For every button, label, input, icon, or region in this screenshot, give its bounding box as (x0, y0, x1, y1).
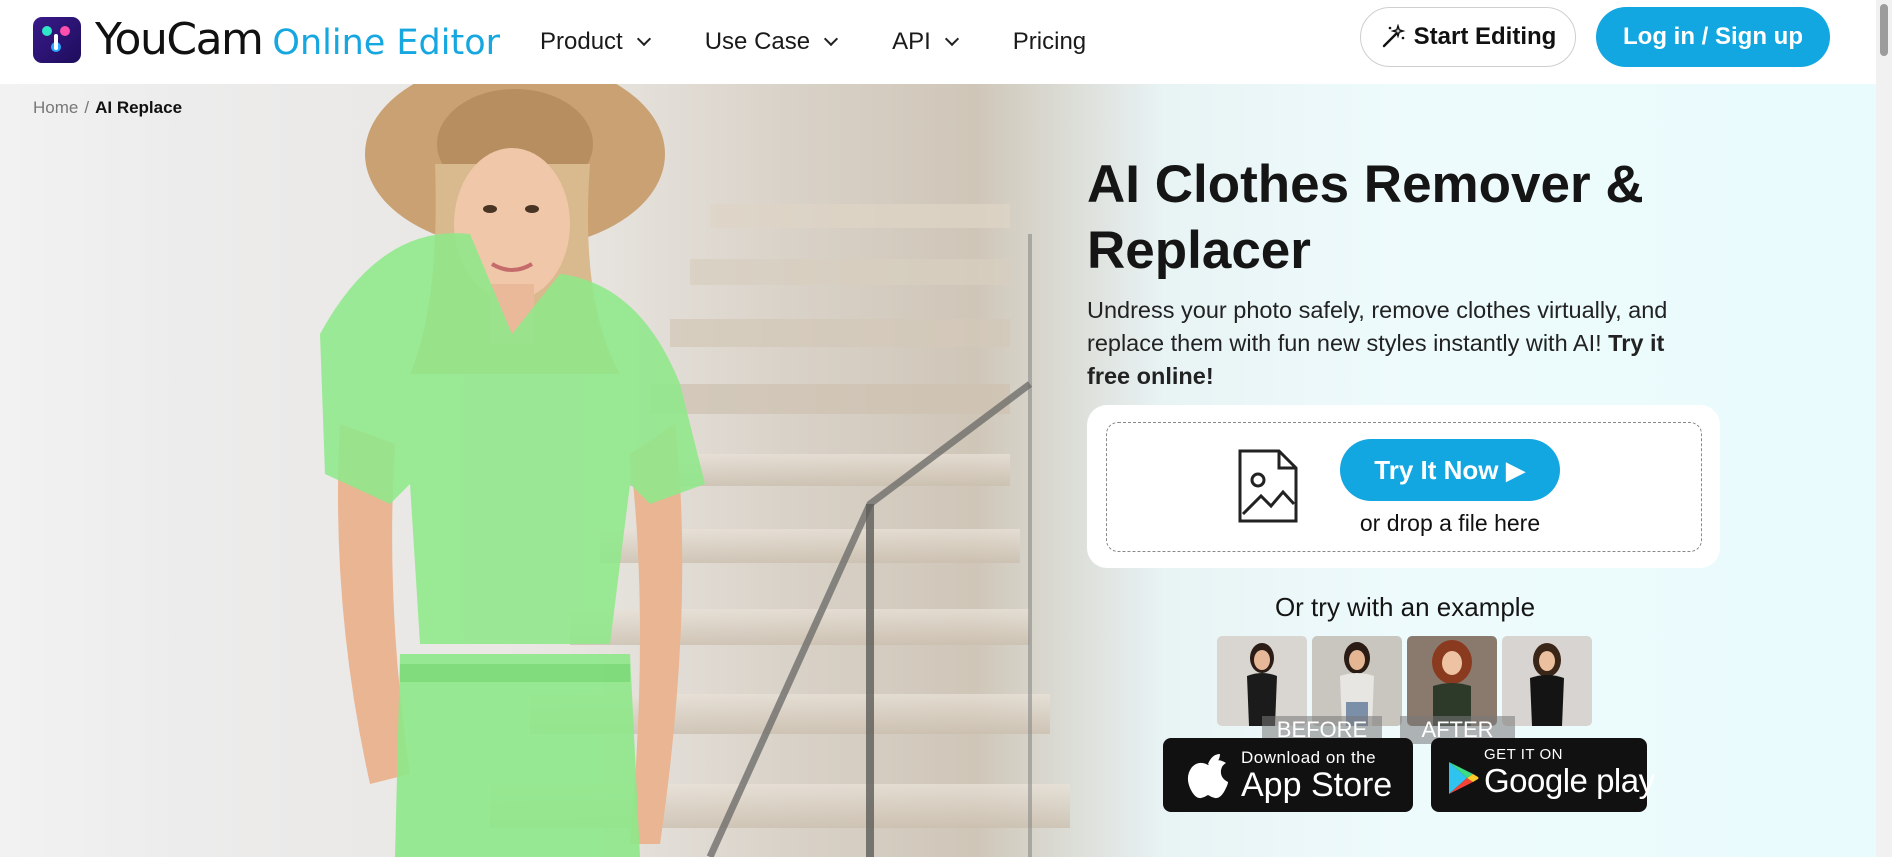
nav-api[interactable]: API (892, 28, 959, 56)
app-store-badge[interactable]: Download on the App Store (1163, 738, 1413, 812)
example-thumbnails (1217, 636, 1597, 726)
google-play-badge[interactable]: GET IT ON Google play (1431, 738, 1655, 812)
youcam-logo-icon (33, 16, 81, 63)
magic-wand-icon (1382, 24, 1406, 48)
chevron-down-icon (636, 31, 651, 47)
apple-icon (1187, 754, 1228, 799)
start-editing-button[interactable]: Start Editing (1360, 7, 1576, 67)
examples-label: Or try with an example (1274, 592, 1536, 622)
chevron-down-icon (824, 31, 839, 47)
example-thumbnail[interactable] (1217, 636, 1307, 726)
app-store-big-text: App Store (1241, 766, 1393, 804)
login-signup-button[interactable]: Log in / Sign up (1596, 7, 1830, 67)
chevron-down-icon (944, 31, 959, 47)
app-store-small-text: Download on the (1241, 748, 1377, 767)
nav-product-label: Product (540, 28, 623, 55)
nav-product[interactable]: Product (540, 28, 651, 56)
upload-card: Try It Now ▶ or drop a file here (1087, 405, 1720, 568)
start-editing-label: Start Editing (1413, 23, 1557, 50)
nav-api-label: API (892, 28, 931, 55)
youcam-logo[interactable]: YouCam Online Editor (33, 14, 500, 65)
scrollbar-thumb[interactable] (1880, 4, 1888, 56)
subtitle-text: Undress your photo safely, remove clothe… (1087, 297, 1668, 356)
breadcrumb: Home / AI Replace (33, 98, 182, 118)
google-play-big-text: Google play (1484, 762, 1655, 799)
example-thumbnail[interactable] (1502, 636, 1592, 726)
brand-name: YouCam (95, 14, 264, 65)
nav-pricing-label: Pricing (1012, 28, 1087, 55)
brand-subtitle: Online Editor (272, 23, 500, 63)
nav-use-case-label: Use Case (704, 28, 811, 55)
image-file-icon (1238, 449, 1298, 523)
try-it-now-button[interactable]: Try It Now ▶ (1340, 439, 1560, 501)
breadcrumb-current: AI Replace (95, 98, 183, 117)
main-nav: Product Use Case API Pricing (540, 0, 1142, 84)
breadcrumb-home[interactable]: Home (33, 98, 78, 117)
site-header: YouCam Online Editor Product Use Case AP… (0, 0, 1876, 84)
page-title: AI Clothes Remover & Replacer (1087, 155, 1644, 280)
google-play-icon (1449, 762, 1479, 794)
model-photo (320, 84, 705, 857)
file-drop-zone[interactable]: Try It Now ▶ or drop a file here (1106, 422, 1702, 552)
nav-pricing[interactable]: Pricing (1013, 28, 1086, 56)
example-thumbnail[interactable] (1407, 636, 1497, 726)
page-scrollbar[interactable] (1876, 0, 1892, 857)
drop-file-text: or drop a file here (1359, 510, 1541, 536)
google-play-small-text: GET IT ON (1484, 746, 1563, 763)
nav-use-case[interactable]: Use Case (704, 28, 839, 56)
page-subtitle: Undress your photo safely, remove clothe… (1087, 294, 1707, 393)
breadcrumb-separator: / (84, 98, 90, 117)
example-thumbnail[interactable] (1312, 636, 1402, 726)
